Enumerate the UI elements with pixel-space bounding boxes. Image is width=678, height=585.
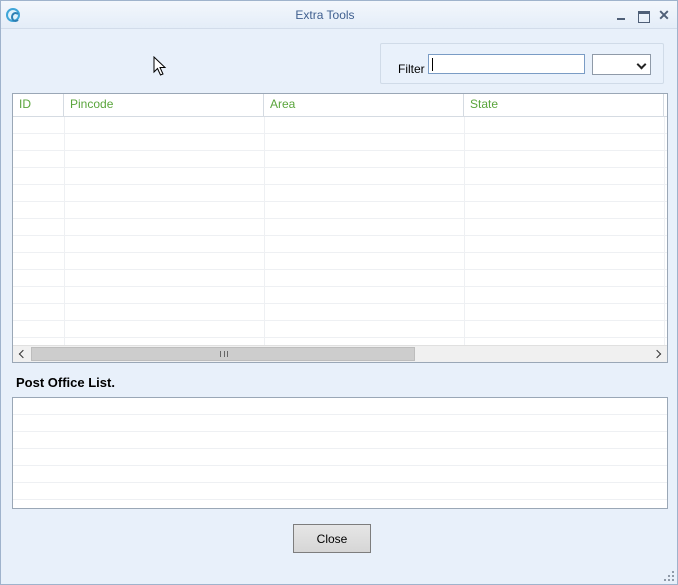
- table-row[interactable]: [13, 168, 667, 185]
- column-header-id[interactable]: ID: [13, 94, 64, 117]
- title-bar[interactable]: Extra Tools ✕: [1, 1, 677, 29]
- column-header-area[interactable]: Area: [264, 94, 464, 117]
- table-row[interactable]: [13, 253, 667, 270]
- list-item[interactable]: [13, 432, 667, 449]
- column-divider: [664, 117, 665, 345]
- filter-group: Filter: [380, 43, 664, 84]
- table-row[interactable]: [13, 321, 667, 338]
- column-divider: [464, 117, 465, 345]
- grid-header: ID Pincode Area State: [13, 94, 667, 117]
- table-row[interactable]: [13, 117, 667, 134]
- list-item[interactable]: [13, 466, 667, 483]
- horizontal-scrollbar[interactable]: [13, 345, 667, 362]
- mouse-pointer-icon: [153, 56, 167, 76]
- table-row[interactable]: [13, 151, 667, 168]
- chevron-right-icon[interactable]: [650, 346, 667, 362]
- list-item[interactable]: [13, 415, 667, 432]
- table-row[interactable]: [13, 202, 667, 219]
- scrollbar-grip-icon: [220, 351, 228, 357]
- table-row[interactable]: [13, 185, 667, 202]
- table-row[interactable]: [13, 287, 667, 304]
- window-title: Extra Tools: [295, 8, 355, 22]
- column-header-state[interactable]: State: [464, 94, 664, 117]
- filter-label: Filter: [398, 62, 425, 76]
- table-row[interactable]: [13, 270, 667, 287]
- close-icon[interactable]: ✕: [656, 7, 672, 23]
- post-office-list-title: Post Office List.: [16, 375, 115, 390]
- grid-body[interactable]: [13, 117, 667, 345]
- column-header-pincode[interactable]: Pincode: [64, 94, 264, 117]
- column-divider: [64, 117, 65, 345]
- list-item[interactable]: [13, 483, 667, 500]
- table-row[interactable]: [13, 134, 667, 151]
- filter-dropdown[interactable]: [592, 54, 651, 75]
- resize-grip-icon[interactable]: [663, 570, 675, 582]
- minimize-icon[interactable]: [613, 7, 629, 23]
- scrollbar-thumb[interactable]: [31, 347, 415, 361]
- list-item[interactable]: [13, 449, 667, 466]
- close-button[interactable]: Close: [293, 524, 371, 553]
- table-row[interactable]: [13, 236, 667, 253]
- extra-tools-window: Extra Tools ✕ Filter ID Pincode Area Sta…: [0, 0, 678, 585]
- text-caret: [432, 58, 433, 71]
- pincode-grid[interactable]: ID Pincode Area State: [12, 93, 668, 363]
- filter-input[interactable]: [428, 54, 585, 74]
- post-office-list[interactable]: [12, 397, 668, 509]
- table-row[interactable]: [13, 219, 667, 236]
- maximize-icon[interactable]: [635, 7, 651, 23]
- table-row[interactable]: [13, 304, 667, 321]
- column-divider: [264, 117, 265, 345]
- list-item[interactable]: [13, 398, 667, 415]
- chevron-left-icon[interactable]: [13, 346, 30, 362]
